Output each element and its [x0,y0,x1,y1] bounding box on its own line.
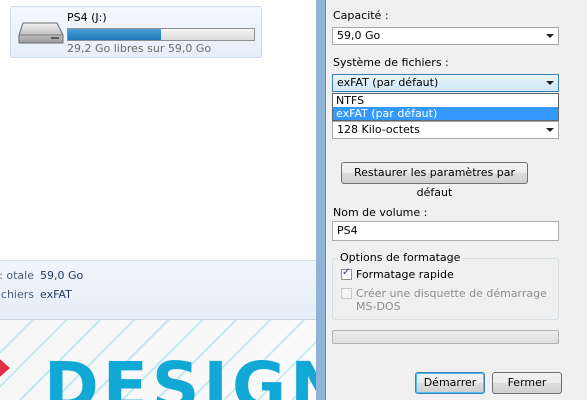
chevron-down-icon [546,81,554,85]
volume-name-value: PS4 [337,224,358,237]
filesystem-select[interactable]: exFAT (par défaut) [332,74,559,92]
capacity-label: Capacité : [333,9,389,22]
start-button[interactable]: Démarrer [415,372,485,394]
quick-format-label: Formatage rapide [356,268,454,281]
format-options-title: Options de formatage [338,251,463,264]
drive-icon [18,22,64,44]
boot-disk-label-line1: Créer une disquette de démarrage [356,287,547,300]
filesystem-dropdown-list: NTFS exFAT (par défaut) [332,93,559,121]
filesystem-value: exFAT (par défaut) [337,76,439,89]
details-pane: otale : 59,0 Go chiers : exFAT [0,260,316,320]
drive-usage-fill [68,29,161,40]
chevron-down-icon [546,34,554,38]
desktop-wallpaper: DESIGN [0,320,316,400]
filesystem-option-exfat[interactable]: exFAT (par défaut) [333,107,558,120]
filesystem-label: Système de fichiers : [333,56,449,69]
detail-filesystem-label: chiers : [0,288,34,301]
restore-defaults-button[interactable]: Restaurer les paramètres par défaut [341,162,528,199]
wallpaper-design-text: DESIGN [44,348,316,400]
drive-name: PS4 (J:) [67,11,107,24]
wallpaper-arrow-shape [0,354,10,382]
allocation-unit-select[interactable]: 128 Kilo-octets [332,121,559,139]
boot-disk-checkbox[interactable] [341,288,352,299]
filesystem-option-ntfs[interactable]: NTFS [333,94,558,107]
chevron-down-icon [546,128,554,132]
drive-tile[interactable]: PS4 (J:) 29,2 Go libres sur 59,0 Go [10,6,262,58]
capacity-value: 59,0 Go [337,29,381,42]
close-button[interactable]: Fermer [492,372,562,394]
volume-label: Nom de volume : [333,206,428,219]
drive-free-space: 29,2 Go libres sur 59,0 Go [67,42,212,55]
detail-filesystem-value: exFAT [40,288,72,301]
drive-usage-bar [67,28,255,41]
detail-total-label: otale : [0,269,34,282]
capacity-select[interactable]: 59,0 Go [332,27,559,45]
boot-disk-label-line2: MS-DOS [356,300,401,313]
detail-total-value: 59,0 Go [40,269,84,282]
format-dialog-body: Capacité : 59,0 Go Système de fichiers :… [325,0,587,400]
quick-format-checkbox[interactable] [341,267,352,280]
format-progress-bar [332,330,559,344]
format-dialog: Capacité : 59,0 Go Système de fichiers :… [316,0,587,400]
explorer-window: PS4 (J:) 29,2 Go libres sur 59,0 Go otal… [0,0,316,400]
volume-name-input[interactable]: PS4 [332,221,559,241]
allocation-unit-value: 128 Kilo-octets [337,123,420,136]
